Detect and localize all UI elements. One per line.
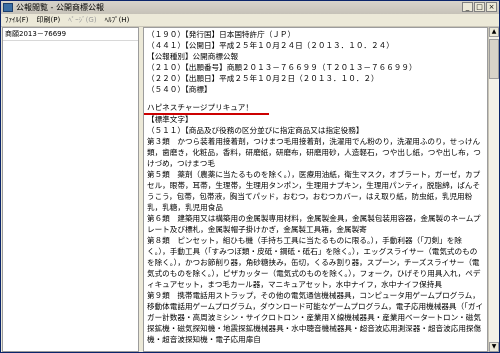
scroll-down-arrow-icon[interactable]: ▼ [489, 342, 499, 352]
minimize-button[interactable]: _ [462, 2, 473, 12]
content-line-publication-date: （４４１）【公開日】平成２５年１０月２４日（２０１３．１０．２４） [147, 41, 394, 50]
content-class-5: 第５類 薬剤（農薬に当たるものを除く。），医療用油紙，衛生マスク，オブラート，ガ… [147, 170, 481, 212]
content-line-application-number: （２１０）【出願番号】商願２０１３－７６６９９（Ｔ２０１３－７６６９９） [147, 63, 417, 72]
content-class-3: 第３類 かつら装着用接着剤，つけまつ毛用接着剤，洗濯用でん粉のり，洗濯用ふのり，… [147, 137, 481, 168]
gazette-content: （１９０）【発行国】日本国特許庁（ＪＰ） （４４１）【公開日】平成２５年１０月２… [143, 27, 488, 352]
content-class-6: 第６類 建築用又は構築用の金属製専用材料，金属製金具，金属製包装用容器，金属製の… [147, 214, 481, 234]
content-class-8: 第８類 ピンセット，組ひも機（手持ち工具に当たるものに限る。），手動利器（「刀剣… [147, 236, 481, 289]
close-button[interactable]: × [486, 2, 497, 12]
content-line-standard-characters: 【標準文字】 [147, 115, 193, 124]
menu-page: ﾍﾟｰｼﾞ(G) [68, 16, 97, 24]
menu-file[interactable]: ﾌｧｲﾙ(F) [1, 15, 33, 25]
red-underline-annotation [144, 113, 269, 115]
scroll-up-arrow-icon[interactable]: ▲ [489, 27, 499, 37]
app-icon [3, 3, 13, 12]
trademark-name-text: ハピネスチャージプリキュア！ [147, 103, 253, 112]
menu-print[interactable]: 印刷(P) [33, 15, 65, 25]
content-line-application-date: （２２０）【出願日】平成２５年１０月２日（２０１３．１０．２） [147, 74, 379, 83]
scroll-thumb[interactable] [489, 39, 499, 79]
content-line-gazette-type: 【公報種別】公開商標公報 [147, 52, 239, 61]
vertical-scrollbar[interactable]: ▲ ▼ [488, 27, 499, 352]
content-line-publisher: （１９０）【発行国】日本国特許庁（ＪＰ） [147, 30, 296, 39]
content-class-9: 第９類 携帯電話用ストラップ，その他の電気通信機械器具，コンピュータ用ゲームプロ… [147, 291, 484, 344]
menu-bar: ﾌｧｲﾙ(F) 印刷(P) ﾍﾟｰｼﾞ(G) ﾍﾙﾌﾟ(H) [1, 14, 499, 27]
window-controls: _ □ × [462, 2, 497, 12]
window-title: 公報閲覧 - 公開商標公報 [16, 3, 104, 12]
title-bar[interactable]: 公報閲覧 - 公開商標公報 _ □ × [1, 1, 499, 14]
content-line-classification-heading: （５１１）【商品及び役務の区分並びに指定商品又は指定役務】 [147, 126, 364, 135]
document-list: 商願2013－76699 [2, 27, 139, 352]
trademark-name: ハピネスチャージプリキュア！ [144, 102, 269, 115]
menu-help[interactable]: ﾍﾙﾌﾟ(H) [101, 15, 134, 25]
content-line-trademark-heading: （５４０）【商標】 [147, 85, 212, 94]
maximize-button[interactable]: □ [474, 2, 485, 12]
app-window: 公報閲覧 - 公開商標公報 _ □ × ﾌｧｲﾙ(F) 印刷(P) ﾍﾟｰｼﾞ(… [0, 0, 500, 353]
document-list-item[interactable]: 商願2013－76699 [3, 28, 138, 41]
